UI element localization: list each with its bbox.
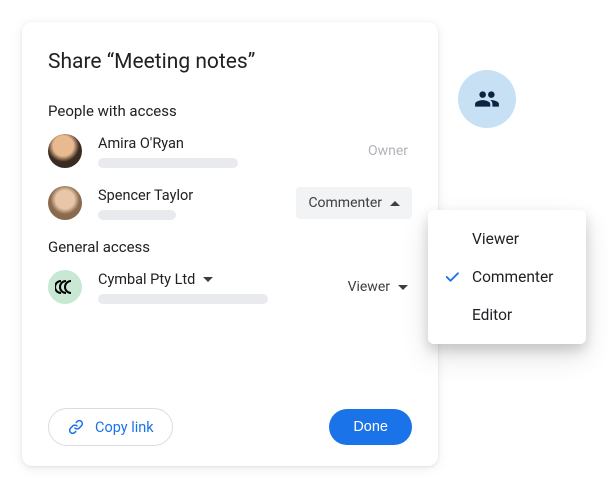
general-section-label: General access — [48, 238, 412, 256]
person-name: Amira O'Ryan — [98, 135, 368, 152]
dialog-footer: Copy link Done — [48, 408, 412, 446]
caret-up-icon — [390, 201, 400, 206]
role-option-commenter[interactable]: Commenter — [428, 258, 586, 296]
role-dropdown-commenter[interactable]: Commenter — [296, 187, 412, 219]
person-info: Spencer Taylor — [98, 187, 296, 220]
person-row: Spencer Taylor Commenter — [48, 186, 412, 220]
org-name-label: Cymbal Pty Ltd — [98, 271, 195, 288]
person-info: Amira O'Ryan — [98, 135, 368, 168]
role-dropdown-label: Commenter — [308, 195, 382, 211]
role-label-owner: Owner — [368, 143, 412, 159]
avatar — [48, 134, 82, 168]
org-name-dropdown[interactable]: Cymbal Pty Ltd — [98, 271, 348, 288]
person-email-skeleton — [98, 210, 176, 220]
person-name: Spencer Taylor — [98, 187, 296, 204]
share-dialog: Share “Meeting notes” People with access… — [22, 22, 438, 466]
org-logo-icon — [55, 280, 75, 294]
group-badge — [458, 70, 516, 128]
done-button[interactable]: Done — [329, 409, 412, 445]
role-option-viewer[interactable]: Viewer — [428, 220, 586, 258]
role-dropdown-label: Viewer — [348, 279, 390, 295]
person-email-skeleton — [98, 158, 238, 168]
group-icon — [474, 86, 500, 112]
check-icon — [442, 268, 462, 286]
role-option-label: Editor — [472, 306, 512, 324]
dialog-title: Share “Meeting notes” — [48, 50, 412, 74]
caret-down-icon — [203, 277, 213, 282]
role-menu: Viewer Commenter Editor — [428, 210, 586, 344]
org-avatar — [48, 270, 82, 304]
copy-link-label: Copy link — [95, 419, 154, 436]
role-option-label: Viewer — [472, 230, 519, 248]
person-row: Amira O'Ryan Owner — [48, 134, 412, 168]
role-option-editor[interactable]: Editor — [428, 296, 586, 334]
link-icon — [67, 418, 85, 436]
caret-down-icon — [398, 285, 408, 290]
avatar — [48, 186, 82, 220]
role-dropdown-viewer[interactable]: Viewer — [348, 279, 412, 295]
org-row: Cymbal Pty Ltd Viewer — [48, 270, 412, 304]
role-option-label: Commenter — [472, 268, 553, 286]
copy-link-button[interactable]: Copy link — [48, 408, 173, 446]
org-info: Cymbal Pty Ltd — [98, 271, 348, 304]
org-desc-skeleton — [98, 294, 268, 304]
people-section-label: People with access — [48, 102, 412, 120]
